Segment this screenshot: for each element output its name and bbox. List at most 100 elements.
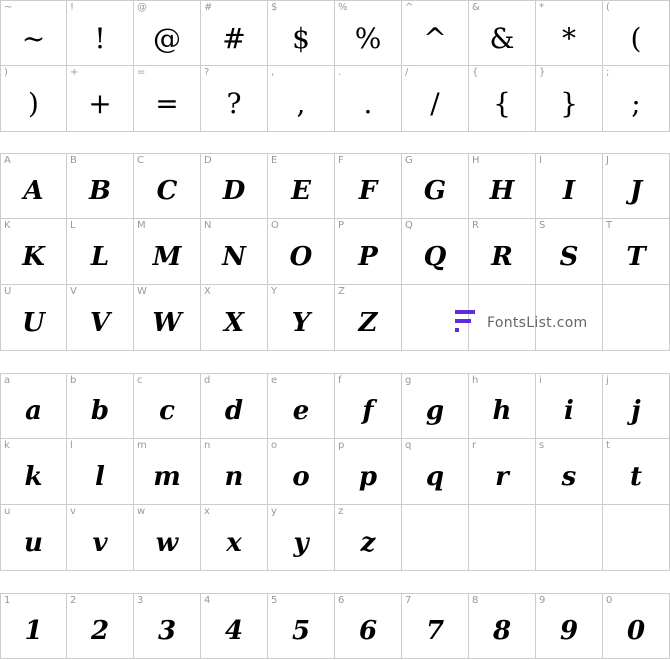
glyph-label: 0 (606, 595, 613, 606)
glyph-sample: } (560, 87, 578, 120)
glyph-cell (603, 505, 670, 571)
glyph-cell: = = (134, 66, 201, 132)
glyph-sample (603, 519, 669, 566)
glyph-sample (402, 519, 468, 566)
glyph-label: # (204, 2, 213, 13)
glyph-sample: * (562, 21, 576, 55)
glyph-sample (536, 519, 602, 566)
glyph-label: e (271, 375, 278, 386)
glyph-label: p (338, 440, 345, 451)
glyph-label: R (472, 220, 479, 231)
glyph-label: { (472, 67, 479, 78)
glyph-cell (402, 505, 469, 571)
glyph-label: r (472, 440, 477, 451)
glyph-sample: { (493, 87, 511, 120)
glyph-sample: ! (94, 21, 106, 55)
glyph-sample: ~ (21, 21, 46, 55)
glyph-sample: j (631, 396, 641, 426)
glyph-sample: ? (226, 87, 242, 120)
glyph-cell: + + (67, 66, 134, 132)
glyph-cell: (( (603, 0, 670, 66)
glyph-label: A (4, 155, 11, 166)
glyph-label: ~ (4, 2, 13, 13)
glyph-cell: DD (201, 153, 268, 219)
glyph-sample: W (152, 307, 182, 338)
glyph-cell: aa (0, 373, 67, 439)
glyph-cell: 11 (0, 593, 67, 659)
glyph-cell: xx (201, 505, 268, 571)
glyph-cell: zz (335, 505, 402, 571)
glyph-sample: m (153, 461, 181, 492)
glyph-label: W (137, 286, 147, 297)
glyph-cell: gg (402, 373, 469, 439)
glyph-label: H (472, 155, 480, 166)
glyph-cell: 00 (603, 593, 670, 659)
glyph-sample: 8 (492, 616, 512, 646)
glyph-cell: CC (134, 153, 201, 219)
glyph-cell: dd (201, 373, 268, 439)
glyph-cell: yy (268, 505, 335, 571)
glyph-sample: p (358, 461, 378, 492)
glyph-sample: e (292, 396, 310, 426)
glyph-sample (469, 519, 535, 566)
glyph-sample: # (222, 21, 246, 55)
glyph-sample: f (362, 396, 374, 426)
lowercase-grid: aabbccddeeffgghhiijjkkllmmnnooppqqrrsstt… (0, 373, 670, 571)
glyph-cell: QQ (402, 219, 469, 285)
glyph-sample: / (430, 87, 440, 120)
glyph-label: u (4, 506, 11, 517)
glyph-label: x (204, 506, 210, 517)
glyph-sample: M (152, 241, 182, 272)
glyph-label: + (70, 67, 79, 78)
glyph-cell: }} (536, 66, 603, 132)
punctuation-grid: ~ ~!! @ @ # # $ $%% ^ ^ & & * *(()) + + = =??,,.. / /{{}};; (0, 0, 670, 132)
glyph-label: , (271, 67, 275, 78)
glyph-cell: 55 (268, 593, 335, 659)
glyph-sample: N (222, 241, 246, 272)
glyph-label: ( (606, 2, 610, 13)
glyph-label: J (606, 155, 609, 166)
glyph-sample: K (22, 241, 45, 272)
glyph-sample: $ (292, 21, 310, 55)
glyph-cell: !! (67, 0, 134, 66)
glyph-cell: ii (536, 373, 603, 439)
glyph-sample: 4 (224, 616, 244, 646)
glyph-cell (536, 505, 603, 571)
glyph-label: T (606, 220, 613, 231)
glyph-label: . (338, 67, 342, 78)
glyph-cell: ee (268, 373, 335, 439)
glyph-cell: rr (469, 439, 536, 505)
glyph-label: 1 (4, 595, 11, 606)
glyph-sample: ^ (423, 21, 447, 55)
glyph-cell: MM (134, 219, 201, 285)
glyph-label: Q (405, 220, 413, 231)
glyph-label: C (137, 155, 144, 166)
glyph-cell: YY (268, 285, 335, 351)
glyph-cell: 44 (201, 593, 268, 659)
glyph-sample: C (156, 176, 178, 206)
glyph-cell: GG (402, 153, 469, 219)
glyph-cell: PP (335, 219, 402, 285)
fontslist-watermark: FontsList.com (455, 310, 588, 336)
glyph-sample: S (559, 241, 579, 272)
glyph-sample: . (363, 87, 373, 120)
glyph-cell: ?? (201, 66, 268, 132)
glyph-cell: %% (335, 0, 402, 66)
glyph-label: v (70, 506, 76, 517)
glyph-cell: uu (0, 505, 67, 571)
glyph-sample: d (224, 396, 244, 426)
glyph-sample: b (90, 396, 110, 426)
glyph-cell: 77 (402, 593, 469, 659)
glyph-sample: Z (358, 307, 378, 338)
glyph-label: g (405, 375, 412, 386)
glyph-cell: oo (268, 439, 335, 505)
glyph-cell: )) (0, 66, 67, 132)
glyph-cell: XX (201, 285, 268, 351)
fontslist-logo-icon (455, 310, 475, 332)
watermark-text: FontsList.com (487, 315, 588, 331)
glyph-cell: tt (603, 439, 670, 505)
glyph-sample: A (23, 176, 44, 206)
glyph-cell: 66 (335, 593, 402, 659)
glyph-sample: @ (153, 21, 181, 55)
glyph-sample: k (24, 461, 43, 492)
